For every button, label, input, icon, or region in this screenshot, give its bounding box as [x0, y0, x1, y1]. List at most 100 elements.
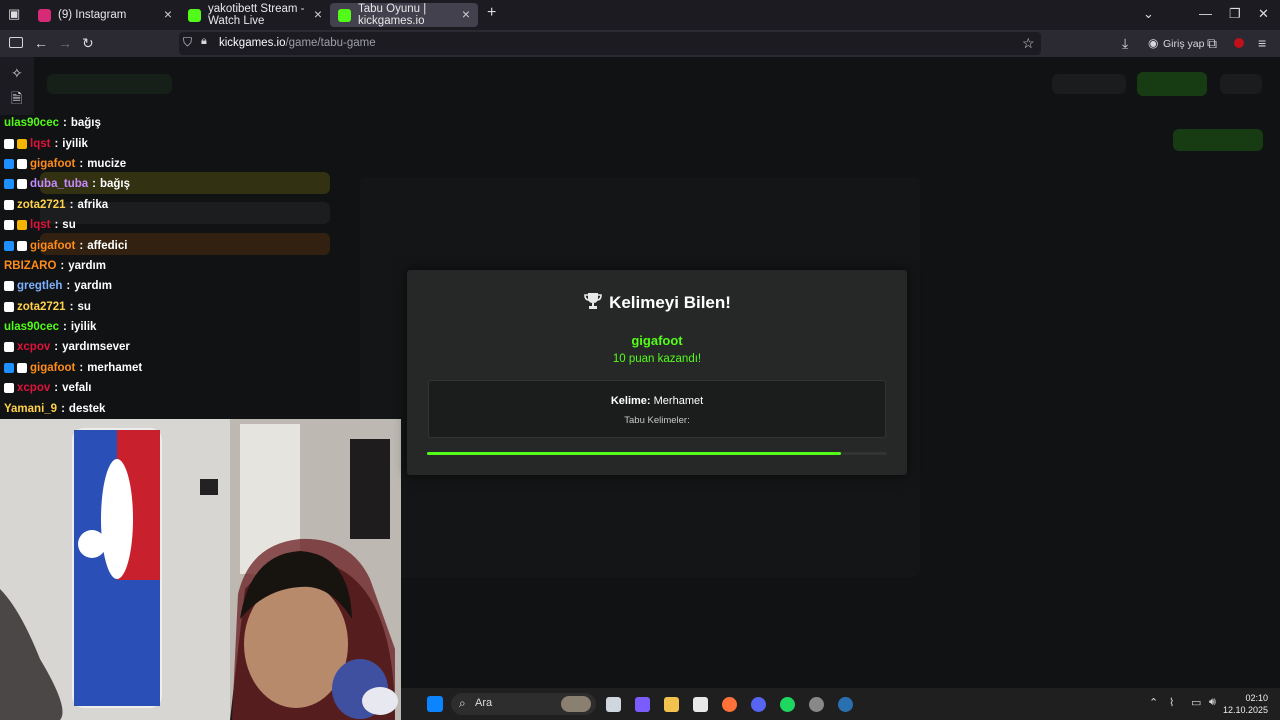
- back-icon[interactable]: ←: [34, 35, 48, 51]
- chat-message: ulas90cec: iyilik: [0, 317, 400, 337]
- chat-overlay: ulas90cec: bağış lqst: iyilik gigafoot: muciz…: [0, 113, 400, 419]
- network-icon[interactable]: ⌇: [1169, 696, 1174, 709]
- maximize-icon[interactable]: ❐: [1229, 6, 1241, 22]
- sign-in-button[interactable]: Giriş yap: [1163, 38, 1204, 50]
- menu-icon[interactable]: ≡: [1258, 35, 1266, 51]
- account-icon[interactable]: ◉: [1148, 36, 1158, 50]
- clock-time[interactable]: 02:10: [1236, 693, 1268, 703]
- points-text: 10 puan kazandı!: [612, 353, 702, 365]
- chat-text: yardımsever: [62, 341, 130, 354]
- chat-text: iyilik: [62, 137, 88, 150]
- display-icon[interactable]: ▭: [1191, 696, 1201, 709]
- chat-text: mucize: [87, 157, 127, 170]
- chat-badge-icon: [17, 138, 27, 149]
- chat-text: iyilik: [70, 321, 97, 334]
- word-label: Kelime:: [610, 395, 651, 407]
- clock-date[interactable]: 12.10.2025: [1216, 705, 1268, 715]
- ublock-icon[interactable]: [1234, 38, 1244, 48]
- chat-username[interactable]: zota2721: [17, 301, 66, 313]
- chat-badge-icon: [17, 240, 27, 251]
- chat-username[interactable]: xcpov: [17, 341, 50, 353]
- ai-chat-icon[interactable]: ✧: [11, 65, 23, 82]
- chat-username[interactable]: gigafoot: [30, 158, 75, 170]
- search-placeholder: Ara: [475, 697, 493, 709]
- file-explorer-icon[interactable]: [664, 697, 679, 712]
- chat-message: Yamani_9: destek: [0, 398, 400, 418]
- close-tab-icon[interactable]: ×: [164, 6, 172, 22]
- tab-instagram[interactable]: (9) Instagram ×: [30, 3, 180, 27]
- tab-kick-stream[interactable]: yakotibett Stream - Watch Live ×: [180, 3, 330, 27]
- close-tab-icon[interactable]: ×: [314, 6, 322, 22]
- chat-separator: :: [54, 341, 59, 354]
- forward-icon[interactable]: →: [58, 35, 72, 51]
- chat-separator: :: [63, 117, 67, 130]
- store-icon[interactable]: [693, 697, 708, 712]
- chat-message: gigafoot: affedici: [0, 235, 400, 255]
- chat-badge-icon: [4, 362, 14, 373]
- downloads-icon[interactable]: ⤓: [1122, 35, 1128, 52]
- app-icon[interactable]: [809, 697, 824, 712]
- minimize-icon[interactable]: —: [1199, 6, 1212, 21]
- chat-username[interactable]: xcpov: [17, 382, 50, 394]
- header-lang: [1220, 74, 1262, 94]
- steam-icon[interactable]: [838, 697, 853, 712]
- browser-sidebar: ✧ 🗎︎: [0, 57, 34, 115]
- address-bar[interactable]: ⛉ 🔒︎ kickgames.io/game/tabu-game ☆: [179, 32, 1041, 55]
- taskbar: ⌕ Ara ⌃ ⌇ ▭ 🔊︎ 02:10 12.10.2025: [401, 688, 1280, 720]
- word-guessed-modal: Kelimeyi Bilen! gigafoot 10 puan kazandı…: [407, 270, 907, 475]
- chat-username[interactable]: ulas90cec: [4, 321, 59, 333]
- trophy-icon: [583, 292, 603, 315]
- tab-overflow-icon[interactable]: ⌄: [1143, 6, 1154, 22]
- chat-badge-icon: [4, 179, 14, 190]
- chat-username[interactable]: gregtleh: [17, 280, 62, 292]
- chat-badge-icon: [4, 383, 14, 394]
- extensions-icon[interactable]: ⧉: [1207, 35, 1217, 52]
- spotify-icon[interactable]: [780, 697, 795, 712]
- ghost-button: [1173, 129, 1263, 151]
- windows-start-icon[interactable]: [427, 696, 443, 712]
- chat-username[interactable]: RBIZARO: [4, 260, 56, 272]
- close-window-icon[interactable]: ✕: [1258, 6, 1269, 22]
- chat-username[interactable]: gigafoot: [30, 362, 75, 374]
- chat-badge-icon: [17, 158, 27, 169]
- chat-username[interactable]: duba_tuba: [30, 178, 88, 190]
- chat-text: vefalı: [62, 382, 92, 395]
- chat-message: xcpov: yardımsever: [0, 337, 400, 357]
- instagram-favicon-icon: [38, 8, 51, 22]
- chat-username[interactable]: ulas90cec: [4, 117, 59, 129]
- volume-icon[interactable]: 🔊︎: [1209, 696, 1216, 709]
- new-tab-button[interactable]: +: [487, 4, 496, 22]
- chat-username[interactable]: lqst: [30, 138, 50, 150]
- sidebar-toggle-icon[interactable]: [9, 37, 23, 48]
- chat-badge-icon: [17, 220, 27, 231]
- task-view-icon[interactable]: [606, 697, 621, 712]
- history-icon[interactable]: 🗎︎: [11, 88, 22, 112]
- tray-chevron-icon[interactable]: ⌃: [1149, 696, 1158, 709]
- taskbar-search[interactable]: ⌕ Ara: [451, 693, 596, 715]
- countdown-progress: [427, 452, 887, 455]
- chat-badge-icon: [4, 342, 14, 353]
- close-tab-icon[interactable]: ×: [462, 6, 470, 22]
- chat-separator: :: [54, 219, 59, 232]
- chat-username[interactable]: zota2721: [17, 199, 66, 211]
- chat-text: su: [62, 219, 76, 232]
- browser-tab-strip: ▣ (9) Instagram × yakotibett Stream - Wa…: [0, 0, 1280, 30]
- bookmark-star-icon[interactable]: ☆: [1022, 35, 1035, 52]
- tab-tabu-game[interactable]: Tabu Oyunu | kickgames.io ×: [330, 3, 478, 27]
- discord-icon[interactable]: [751, 697, 766, 712]
- tab-list-icon[interactable]: ▣: [8, 6, 20, 22]
- chat-separator: :: [61, 402, 65, 415]
- firefox-icon[interactable]: [722, 697, 737, 712]
- shield-icon[interactable]: ⛉: [183, 35, 192, 50]
- copilot-icon[interactable]: [635, 697, 650, 712]
- chat-separator: :: [69, 198, 74, 211]
- chat-username[interactable]: gigafoot: [30, 240, 75, 252]
- lock-icon[interactable]: 🔒︎: [201, 35, 207, 48]
- reload-icon[interactable]: ↻: [82, 35, 94, 52]
- countdown-progress-fill: [427, 452, 841, 455]
- tab-label: Tabu Oyunu | kickgames.io: [358, 3, 427, 27]
- chat-badge-icon: [4, 220, 14, 231]
- chat-username[interactable]: Yamani_9: [4, 403, 57, 415]
- header-link: [1052, 74, 1126, 94]
- chat-username[interactable]: lqst: [30, 219, 50, 231]
